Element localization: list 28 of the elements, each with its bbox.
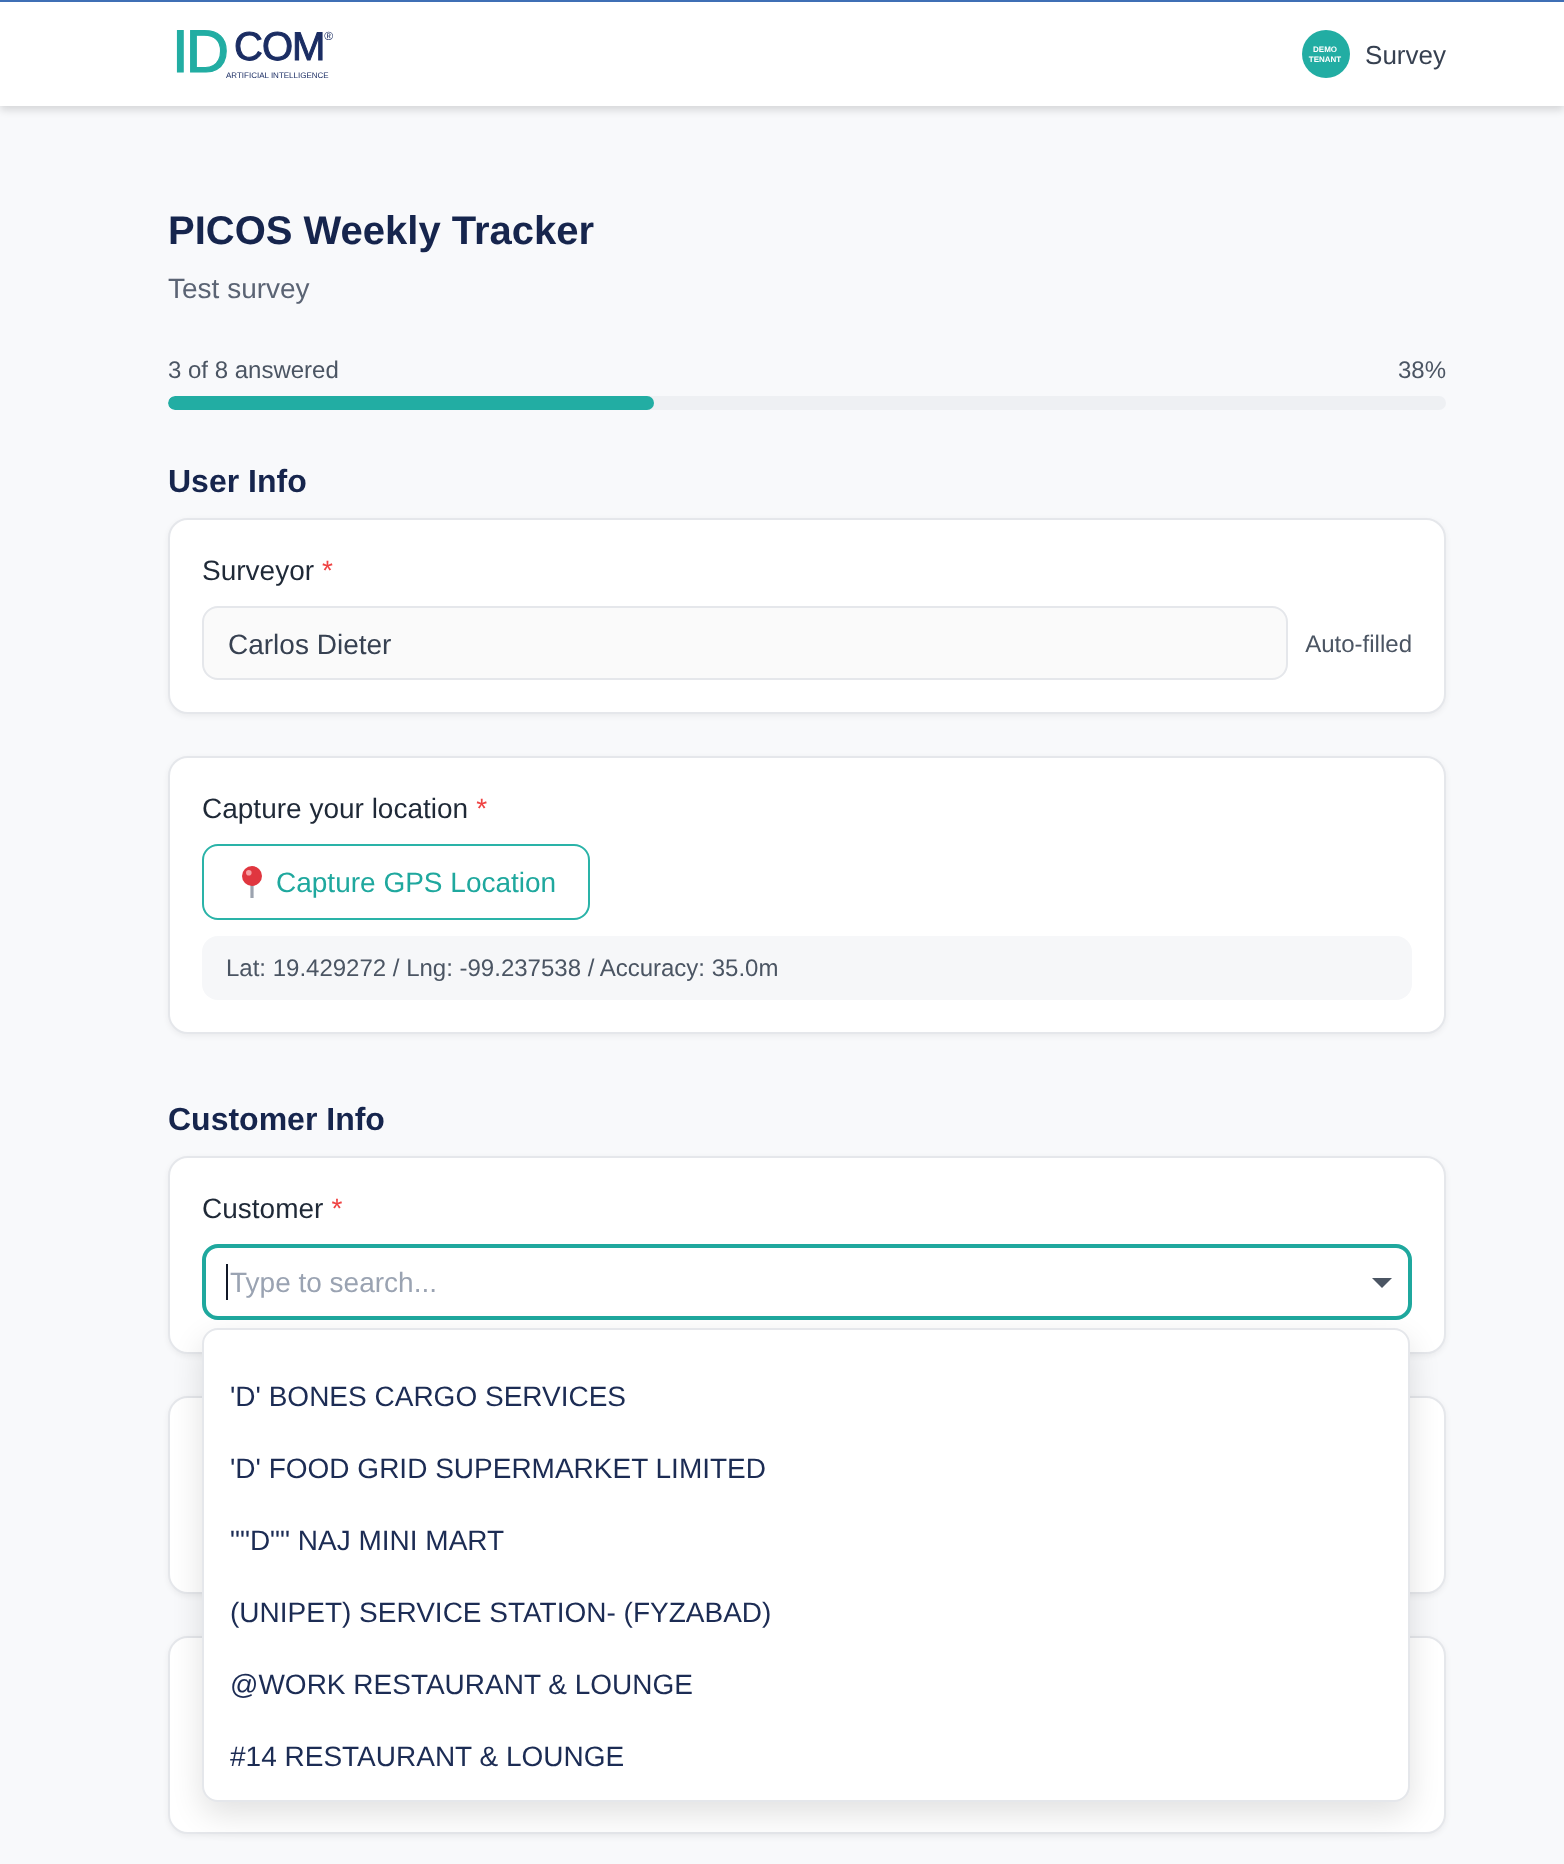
field-note: Auto-filled	[1305, 627, 1412, 659]
required-mark: *	[476, 790, 488, 828]
field-label: Surveyor	[202, 552, 315, 590]
progress-percent: 38%	[1397, 354, 1446, 386]
app-name: Survey	[1365, 39, 1446, 69]
section-title: User Info	[168, 464, 309, 504]
progress-label: 3 of 8 answered	[168, 354, 339, 386]
survey-title: PICOS Weekly Tracker	[168, 208, 597, 256]
dropdown-option[interactable]: 'D' BONES CARGO SERVICES	[204, 1360, 1408, 1432]
dropdown-option[interactable]: 'D' FOOD GRID SUPERMARKET LIMITED	[204, 1432, 1408, 1504]
dropdown-option[interactable]: #14 RESTAURANT & LOUNGE	[204, 1720, 1408, 1792]
required-mark: *	[331, 1190, 343, 1228]
logo-mark: ID	[172, 28, 226, 80]
dropdown-option[interactable]: @WORK RESTAURANT & LOUNGE	[204, 1648, 1408, 1720]
dropdown-caret-icon	[1372, 1278, 1392, 1288]
required-mark: *	[322, 552, 333, 590]
section-title: Customer Info	[168, 1102, 387, 1142]
survey-subtitle: Test survey	[168, 270, 312, 308]
field-label: Customer	[202, 1190, 324, 1228]
logo-wordmark: COM	[234, 32, 325, 66]
field-label: Capture your location	[202, 790, 469, 828]
text-field[interactable]: Carlos Dieter	[202, 606, 1288, 680]
dropdown-option[interactable]: (UNIPET) SERVICE STATION- (FYZABAD)	[204, 1576, 1408, 1648]
text-cursor	[226, 1264, 228, 1300]
dropdown-option[interactable]: ""D"" NAJ MINI MART	[204, 1504, 1408, 1576]
search-field[interactable]: Type to search...	[202, 1244, 1412, 1320]
location-result: Lat: 19.429272 / Lng: -99.237538 / Accuracy: 35.0m	[202, 936, 1412, 1000]
pin-icon	[240, 866, 264, 898]
